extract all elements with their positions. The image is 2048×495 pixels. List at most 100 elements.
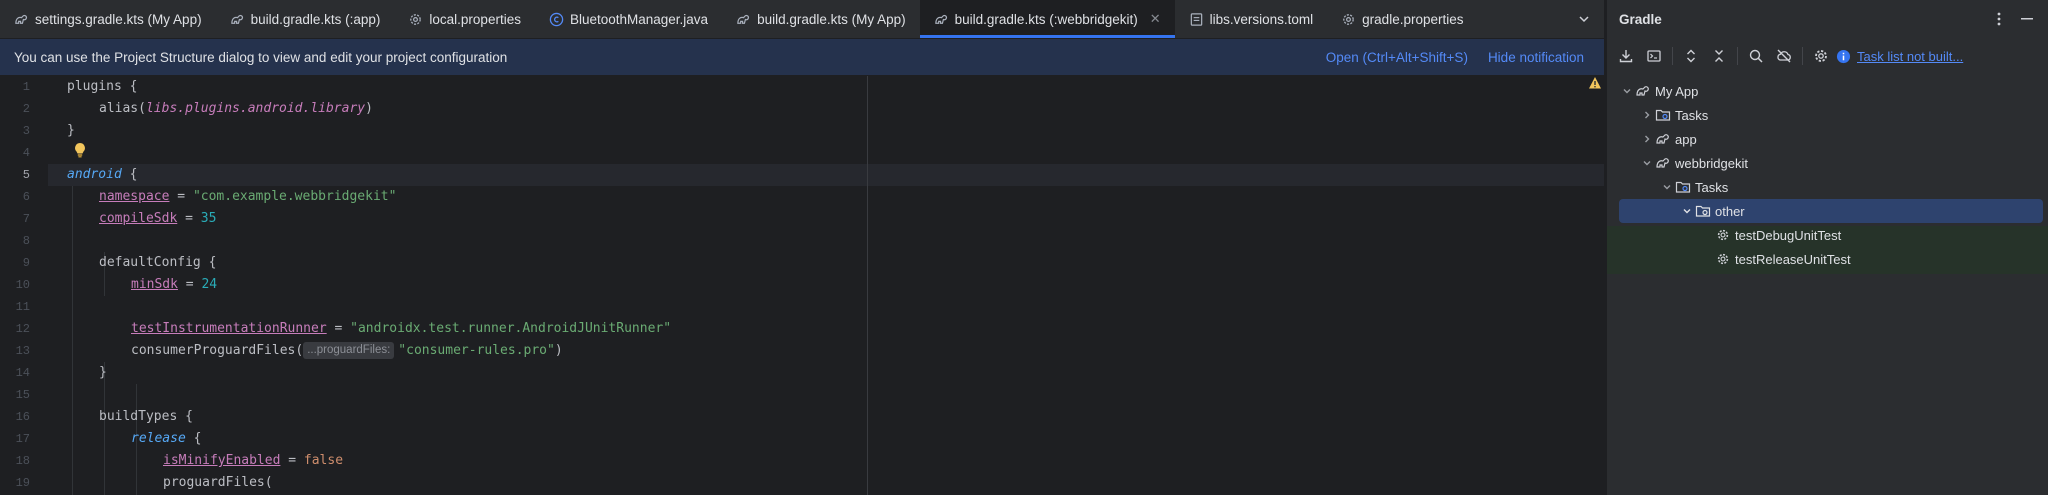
java-class-icon [549,12,564,27]
tree-node-webbridgekit-tasks[interactable]: Tasks [1619,175,2043,199]
gradle-icon [736,12,751,27]
code-line: } [67,120,75,142]
line-number: 15 [15,388,30,402]
gradle-header: Gradle [1607,0,2048,38]
line-number: 16 [15,410,30,424]
tree-node-label: Tasks [1675,107,1709,123]
tab-label: settings.gradle.kts (My App) [35,11,202,27]
chevron-down-icon[interactable] [1659,179,1675,195]
current-line-highlight [48,164,1604,186]
tree-node-other[interactable]: other [1619,199,2043,223]
code-text: testInstrumentationRunner [131,321,327,336]
line-number-gutter: 1 2 3 4 5 6 7 8 9 10 11 12 13 14 15 16 1… [0,76,48,495]
expand-all-icon[interactable] [1678,43,1704,69]
tab-settings-gradle[interactable]: settings.gradle.kts (My App) [0,0,216,38]
tab-label: build.gradle.kts (:webbridgekit) [954,11,1138,27]
line-number: 13 [15,344,30,358]
tree-node-test-release-unit-test[interactable]: testReleaseUnitTest [1619,247,2043,271]
parameter-hint: ...proguardFiles: [303,342,395,359]
tab-webbridgekit-gradle[interactable]: build.gradle.kts (:webbridgekit) ✕ [919,0,1175,38]
code-text: isMinifyEnabled [163,453,281,468]
line-number: 18 [15,454,30,468]
gradle-icon [934,12,949,27]
tab-libs-versions[interactable]: libs.versions.toml [1175,0,1328,38]
tree-node-label: testDebugUnitTest [1735,227,1842,243]
line-number: 9 [22,256,30,270]
code-text: "consumer-rules.pro" [398,343,555,358]
sync-download-icon[interactable] [1613,43,1639,69]
line-number: 11 [15,300,30,314]
tree-node-test-debug-unit-test[interactable]: testDebugUnitTest [1619,223,2043,247]
open-project-structure-link[interactable]: Open (Ctrl+Alt+Shift+S) [1326,50,1468,65]
tree-node-label: My App [1655,83,1699,99]
more-options-icon[interactable] [1985,5,2013,33]
hide-notification-link[interactable]: Hide notification [1488,50,1584,65]
code-text: defaultConfig { [99,255,217,270]
code-text: } [67,123,75,138]
code-text: 24 [201,277,218,292]
gear-icon [1715,227,1731,243]
chevron-right-icon[interactable] [1639,131,1655,147]
tab-local-properties[interactable]: local.properties [394,0,535,38]
code-line: release { [131,428,201,450]
chevron-down-icon[interactable] [1619,83,1635,99]
task-folder-icon [1675,179,1691,195]
code-line: plugins { [67,76,137,98]
tool-window-title: Gradle [1619,11,1662,27]
warning-icon[interactable] [1588,76,1602,90]
gradle-module-icon [1655,131,1671,147]
code-text: = [177,211,201,226]
lightbulb-icon[interactable] [73,142,87,158]
execute-task-icon[interactable] [1641,43,1667,69]
toolbar-separator [1737,47,1738,65]
code-text: ) [554,343,563,358]
gradle-module-icon [1655,155,1671,171]
gradle-toolbar: Task list not built... [1607,38,2048,74]
tree-node-label: Tasks [1695,179,1729,195]
settings-file-icon [1341,12,1356,27]
code-text: buildTypes { [99,409,193,424]
minimize-icon[interactable] [2013,5,2041,33]
close-tab-icon[interactable]: ✕ [1150,11,1161,27]
tab-bluetooth-manager[interactable]: BluetoothManager.java [535,0,722,38]
offline-mode-icon[interactable] [1771,43,1797,69]
gradle-icon [230,12,245,27]
code-editor[interactable]: 1 2 3 4 5 6 7 8 9 10 11 12 13 14 15 16 1… [0,76,1604,495]
tree-node-label: app [1675,131,1697,147]
tree-node-tasks[interactable]: Tasks [1619,103,2043,127]
gradle-tool-window: Gradle Task list not built... My App Tas… [1606,0,2048,495]
code-text: release [131,431,186,446]
code-line: buildTypes { [99,406,193,428]
line-number: 14 [15,366,30,380]
chevron-down-icon[interactable] [1572,0,1596,38]
code-text: libs.plugins.android.library [145,101,366,116]
code-text: } [99,365,107,380]
gradle-settings-icon[interactable] [1808,43,1834,69]
line-number: 12 [15,322,30,336]
tab-myapp-gradle[interactable]: build.gradle.kts (My App) [722,0,920,38]
line-number: 1 [22,80,30,94]
tab-gradle-properties[interactable]: gradle.properties [1327,0,1477,38]
code-line: alias(libs.plugins.android.library) [99,98,373,120]
tree-node-app[interactable]: app [1619,127,2043,151]
chevron-down-icon[interactable] [1639,155,1655,171]
task-list-not-built-link[interactable]: Task list not built... [1857,49,1963,64]
chevron-down-icon[interactable] [1679,203,1695,219]
tab-app-gradle[interactable]: build.gradle.kts (:app) [216,0,395,38]
line-number: 2 [22,102,30,116]
collapse-all-icon[interactable] [1706,43,1732,69]
chevron-right-icon[interactable] [1639,107,1655,123]
tab-label: build.gradle.kts (:app) [250,11,381,27]
analyze-dependencies-icon[interactable] [1743,43,1769,69]
editor-tab-bar: settings.gradle.kts (My App) build.gradl… [0,0,1604,39]
tree-node-label: webbridgekit [1675,155,1748,171]
gradle-icon [14,12,29,27]
line-number-current: 5 [22,168,30,182]
code-text: "androidx.test.runner.AndroidJUnitRunner… [350,321,672,336]
notification-text: You can use the Project Structure dialog… [14,49,508,65]
tree-node-webbridgekit[interactable]: webbridgekit [1619,151,2043,175]
editor-scrollbar[interactable] [1590,90,1604,495]
code-line: consumerProguardFiles(...proguardFiles: "… [131,340,563,362]
indent-guide [72,186,73,495]
tree-node-my-app[interactable]: My App [1619,79,2043,103]
